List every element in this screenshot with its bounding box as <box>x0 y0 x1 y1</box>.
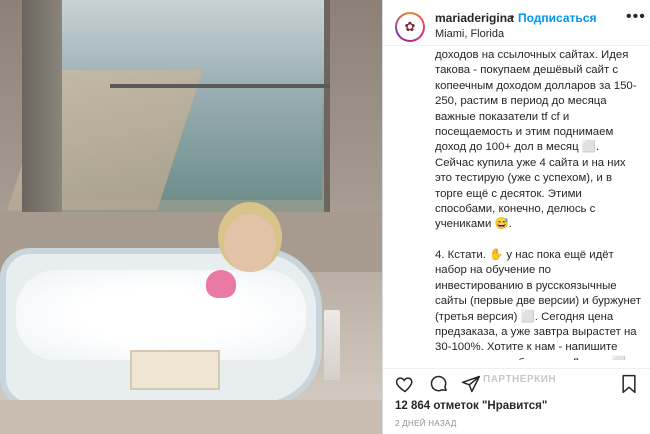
post-actions: ПАРТНЕРКИН <box>383 368 650 397</box>
heart-icon[interactable] <box>393 373 417 395</box>
comment-icon[interactable] <box>427 373 451 395</box>
toy <box>206 270 236 298</box>
likes-count[interactable]: 12 864 отметок "Нравится" <box>395 400 547 412</box>
post-date[interactable]: 2 ДНЕЙ НАЗАД <box>395 419 457 428</box>
post-side-panel: ✿ mariaderigina • Подписаться Miami, Flo… <box>382 0 650 434</box>
location-link[interactable]: Miami, Florida <box>435 28 504 40</box>
avatar[interactable]: ✿ <box>395 12 425 42</box>
bath-foam <box>16 270 306 360</box>
post-caption: доходов на ссылочных сайтах. Идея такова… <box>435 48 641 360</box>
post-photo[interactable] <box>0 0 382 434</box>
avatar-icon: ✿ <box>397 14 423 40</box>
caption-paragraph: 4. Кстати. ✋ у нас пока ещё идёт набор н… <box>435 248 641 360</box>
paper-plane-icon[interactable] <box>459 373 483 395</box>
username-link[interactable]: mariaderigina <box>435 11 514 25</box>
separator-dot: • <box>510 10 515 24</box>
follow-button[interactable]: Подписаться <box>518 11 596 25</box>
wine-glass <box>324 310 340 380</box>
floor <box>0 400 382 434</box>
caption-paragraph: доходов на ссылочных сайтах. Идея такова… <box>435 49 637 231</box>
more-options-icon[interactable]: ••• <box>626 8 646 26</box>
person <box>224 214 276 272</box>
watermark: ПАРТНЕРКИН <box>483 374 557 385</box>
building <box>22 0 62 212</box>
bookmark-icon[interactable] <box>617 373 641 395</box>
pier <box>110 84 330 88</box>
post-header: ✿ mariaderigina • Подписаться Miami, Flo… <box>383 0 650 46</box>
instagram-post: ✿ mariaderigina • Подписаться Miami, Flo… <box>0 0 650 434</box>
bath-tray <box>130 350 220 390</box>
